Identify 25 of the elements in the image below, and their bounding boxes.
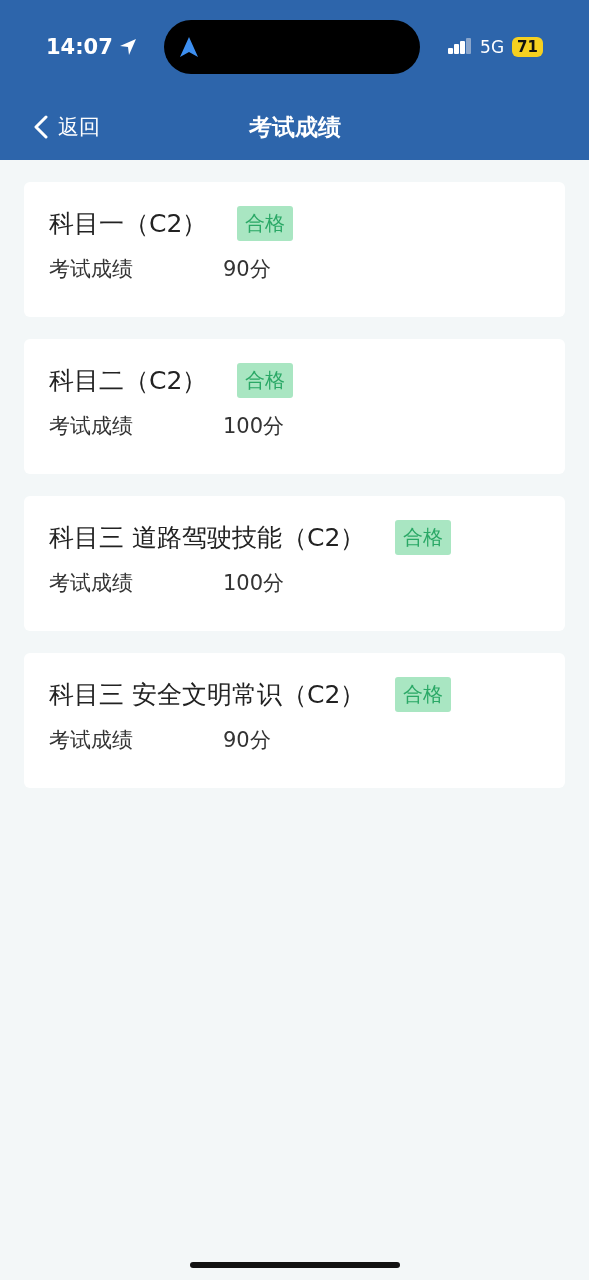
subject-title: 科目一（C2） <box>49 208 208 240</box>
score-value: 90分 <box>223 727 271 754</box>
status-time: 14:07 <box>46 35 113 59</box>
signal-icon <box>448 38 473 56</box>
result-tag: 合格 <box>237 206 294 241</box>
score-value: 100分 <box>223 413 285 440</box>
score-value: 90分 <box>223 256 271 283</box>
subject-title: 科目二（C2） <box>49 365 208 397</box>
subject-title: 科目三 道路驾驶技能（C2） <box>49 522 366 554</box>
back-chevron-icon <box>34 115 48 139</box>
navigation-arrow-icon <box>180 37 199 57</box>
subject-title: 科目三 安全文明常识（C2） <box>49 679 366 711</box>
score-value: 100分 <box>223 570 285 597</box>
score-label: 考试成绩 <box>49 727 134 754</box>
back-button[interactable]: 返回 <box>34 113 100 141</box>
battery-indicator: 71 <box>512 37 543 57</box>
result-tag: 合格 <box>395 520 452 555</box>
score-label: 考试成绩 <box>49 570 134 597</box>
location-arrow-icon <box>118 38 137 56</box>
score-label: 考试成绩 <box>49 413 134 440</box>
score-label: 考试成绩 <box>49 256 134 283</box>
result-tag: 合格 <box>395 677 452 712</box>
network-label: 5G <box>480 37 505 57</box>
result-tag: 合格 <box>237 363 294 398</box>
page-title: 考试成绩 <box>248 113 341 140</box>
